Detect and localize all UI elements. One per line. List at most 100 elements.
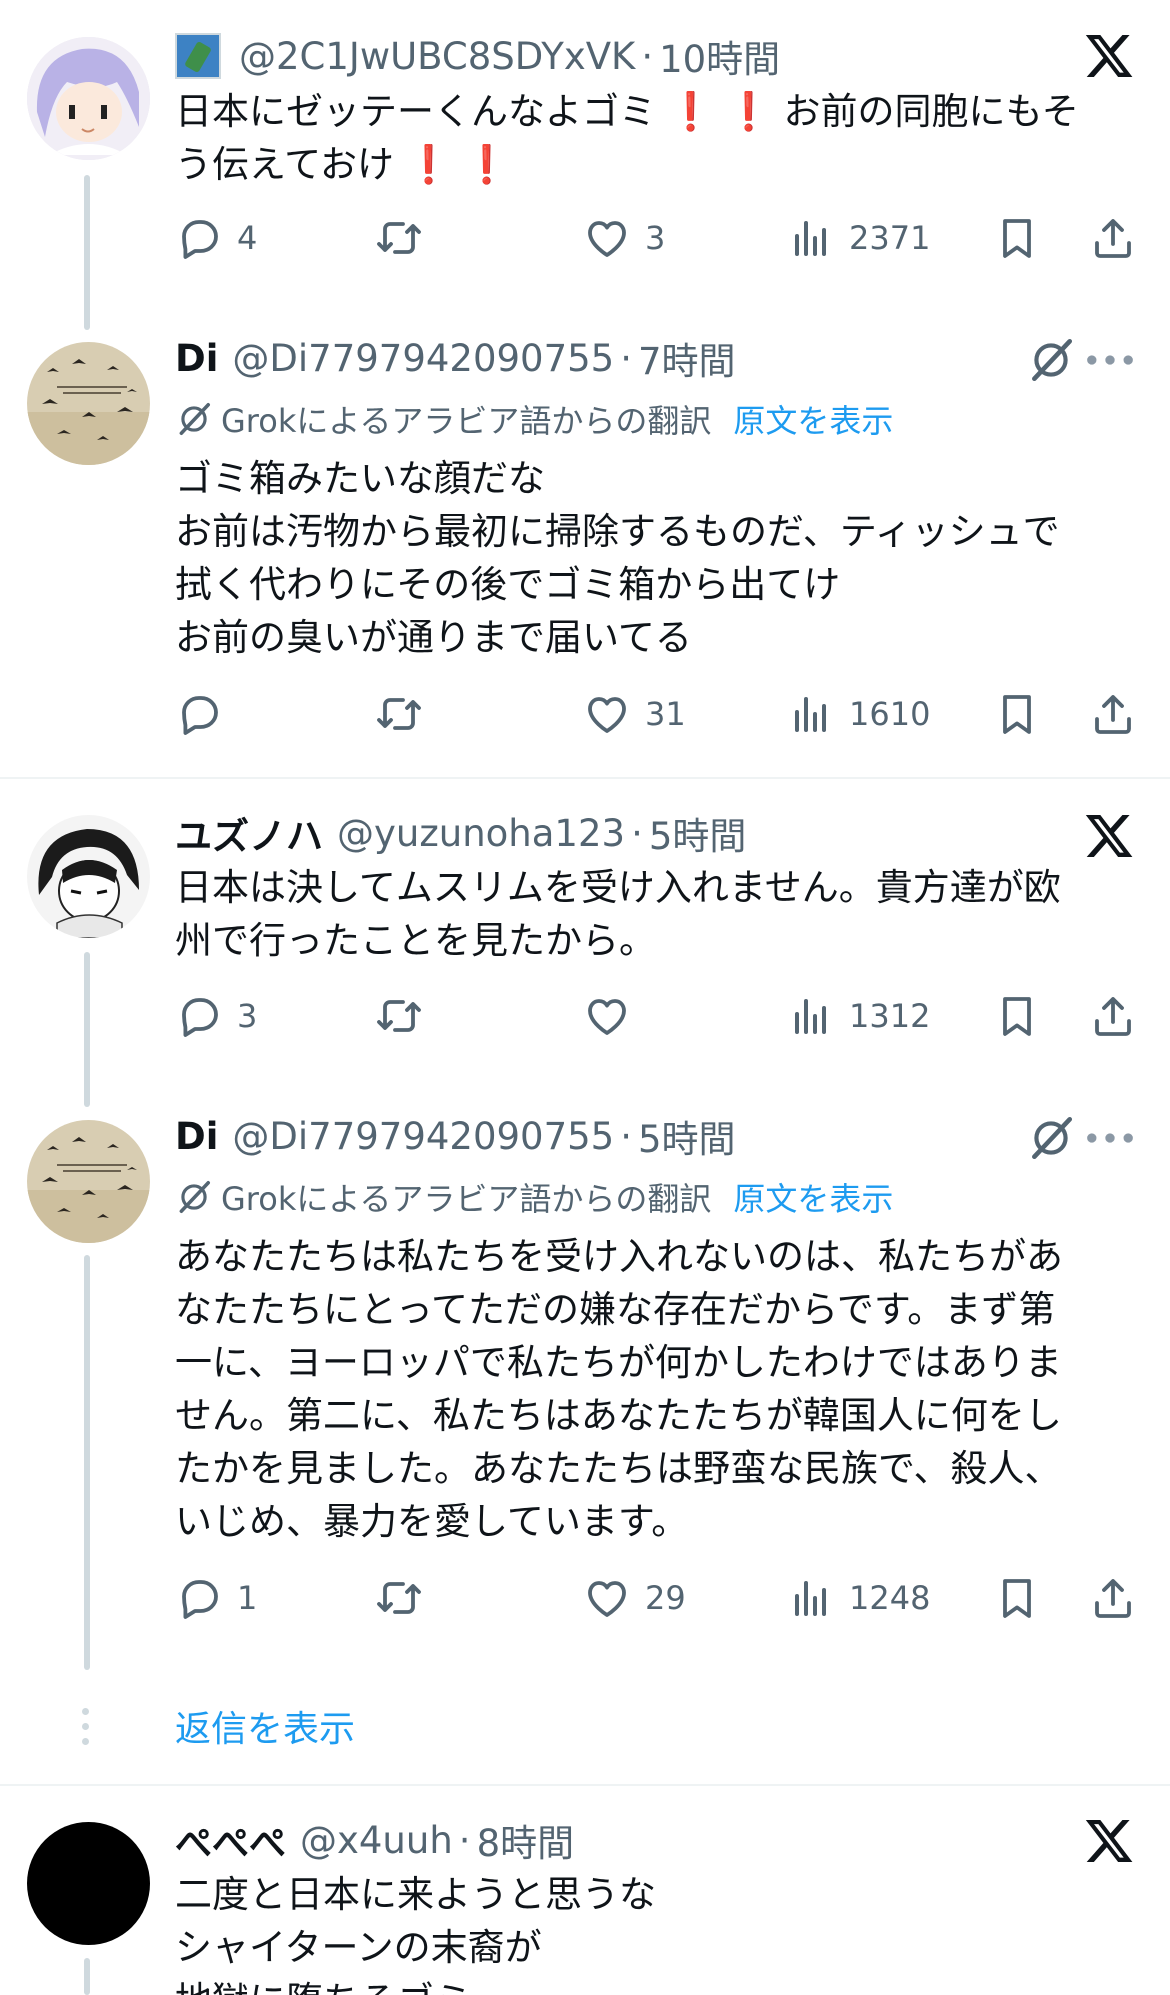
reply-count: 1: [237, 1579, 258, 1617]
reply-icon: [175, 214, 223, 262]
text-line: 二度と日本に来ようと思うな: [175, 1873, 656, 1916]
display-name[interactable]: ユズノハ: [175, 806, 323, 860]
thread-line: [84, 1958, 90, 1995]
views-button[interactable]: 1610: [787, 686, 930, 742]
display-name[interactable]: Di: [175, 337, 218, 380]
tweet-text: 二度と日本に来ようと思うな シャイターンの末裔が 地獄に堕ちろゴミ: [175, 1868, 1125, 1995]
text-line: お前の同胞にもそ: [783, 90, 1079, 133]
x-logo-icon[interactable]: [1083, 1815, 1135, 1867]
like-button[interactable]: 3: [583, 210, 665, 266]
more-icon[interactable]: [1084, 1128, 1136, 1148]
grok-icon[interactable]: [1026, 335, 1076, 385]
views-icon: [787, 690, 835, 738]
bookmark-button[interactable]: [993, 1570, 1041, 1626]
bookmark-icon: [993, 214, 1041, 262]
share-icon: [1089, 214, 1137, 262]
reply-button[interactable]: 4: [175, 210, 257, 266]
show-replies-link[interactable]: 返信を表示: [175, 1700, 355, 1752]
birds-avatar-image: [27, 342, 150, 465]
like-button[interactable]: 29: [583, 1570, 686, 1626]
tweet-text: あなたたちは私たちを受け入れないのは、私たちがあ なたたちにとってただの嫌な存在…: [175, 1230, 1125, 1548]
exclamation-icon: ❗: [667, 90, 714, 133]
timestamp[interactable]: 5時間: [638, 1109, 736, 1163]
retweet-button[interactable]: [375, 210, 423, 266]
anime-girl-avatar-image: [27, 37, 150, 160]
grok-icon[interactable]: [1026, 1113, 1076, 1163]
action-bar: 1 29 1248: [175, 1570, 1140, 1626]
user-handle[interactable]: @yuzunoha123: [337, 812, 625, 855]
reply-count: 3: [237, 997, 258, 1035]
more-icon[interactable]: [1084, 350, 1136, 370]
user-handle[interactable]: @Di7797942090755: [232, 1115, 614, 1158]
tweet-text: 日本にゼッテーくんなよゴミ ❗ ❗ お前の同胞にもそ う伝えておけ ❗ ❗: [175, 85, 1125, 191]
show-original-link[interactable]: 原文を表示: [733, 396, 893, 442]
grok-icon: [175, 1178, 213, 1216]
bookmark-button[interactable]: [993, 210, 1041, 266]
avatar[interactable]: [27, 815, 150, 938]
share-button[interactable]: [1089, 686, 1137, 742]
grok-icon: [175, 400, 213, 438]
share-button[interactable]: [1089, 210, 1137, 266]
text-line: 日本にゼッテーくんなよゴミ: [175, 90, 656, 133]
reply-icon: [175, 690, 223, 738]
text-line: せん。第二に、私たちはあなたたちが韓国人に何をし: [175, 1394, 1062, 1437]
views-button[interactable]: 1248: [787, 1570, 930, 1626]
user-handle[interactable]: @2C1JwUBC8SDYxVK: [239, 35, 635, 78]
tweet-text: 日本は決してムスリムを受け入れません。貴方達が欧 州で行ったことを見たから。: [175, 861, 1125, 967]
text-line: 州で行ったことを見たから。: [175, 919, 656, 962]
timestamp[interactable]: 5時間: [649, 806, 747, 860]
tweet-header: ぺぺぺ @x4uuh · 8時間: [175, 1812, 574, 1868]
timestamp[interactable]: 7時間: [638, 331, 736, 385]
timestamp[interactable]: 10時間: [659, 29, 780, 83]
manga-avatar-image: [27, 815, 150, 938]
like-button[interactable]: 31: [583, 686, 686, 742]
user-handle[interactable]: @x4uuh: [300, 1819, 453, 1862]
birds-avatar-image: [27, 1120, 150, 1243]
thread-line: [84, 175, 90, 330]
like-button[interactable]: [583, 988, 631, 1044]
avatar[interactable]: [27, 1822, 150, 1945]
text-line: 地獄に堕ちろゴミ: [175, 1974, 1125, 1995]
text-line: いじめ、暴力を愛しています。: [175, 1500, 689, 1543]
display-name[interactable]: Di: [175, 1115, 218, 1158]
retweet-button[interactable]: [375, 1570, 423, 1626]
text-line: ゴミ箱みたいな顔だな: [175, 457, 545, 500]
retweet-button[interactable]: [375, 686, 423, 742]
thread-continuation-dots: [82, 1708, 92, 1753]
show-original-link[interactable]: 原文を表示: [733, 1174, 893, 1220]
action-bar: 3 1312: [175, 988, 1140, 1044]
tweet-header: ユズノハ @yuzunoha123 · 5時間: [175, 805, 746, 861]
japan-map-flag-icon: [175, 33, 221, 79]
tweet-header: Di @Di7797942090755 · 5時間: [175, 1108, 736, 1164]
bookmark-icon: [993, 992, 1041, 1040]
bookmark-button[interactable]: [993, 988, 1041, 1044]
display-name[interactable]: ぺぺぺ: [175, 1813, 286, 1867]
timestamp[interactable]: 8時間: [477, 1813, 575, 1867]
view-count: 1248: [849, 1579, 931, 1617]
views-button[interactable]: 1312: [787, 988, 930, 1044]
avatar[interactable]: [27, 1120, 150, 1243]
share-button[interactable]: [1089, 988, 1137, 1044]
user-handle[interactable]: @Di7797942090755: [232, 337, 614, 380]
bookmark-button[interactable]: [993, 686, 1041, 742]
like-icon: [583, 1574, 631, 1622]
like-icon: [583, 992, 631, 1040]
retweet-button[interactable]: [375, 988, 423, 1044]
views-button[interactable]: 2371: [787, 210, 930, 266]
x-logo-icon[interactable]: [1083, 810, 1135, 862]
reply-button[interactable]: [175, 686, 223, 742]
avatar[interactable]: [27, 37, 150, 160]
retweet-icon: [375, 214, 423, 262]
thread-line: [84, 1255, 90, 1670]
share-button[interactable]: [1089, 1570, 1137, 1626]
reply-icon: [175, 992, 223, 1040]
text-line: たかを見ました。あなたたちは野蛮な民族で、殺人、: [175, 1447, 1062, 1490]
retweet-icon: [375, 690, 423, 738]
reply-button[interactable]: 1: [175, 1570, 257, 1626]
exclamation-icon: ❗: [725, 90, 772, 133]
share-icon: [1089, 690, 1137, 738]
avatar[interactable]: [27, 342, 150, 465]
translation-notice: Grokによるアラビア語からの翻訳 原文を表示: [175, 1172, 893, 1222]
reply-button[interactable]: 3: [175, 988, 257, 1044]
x-logo-icon[interactable]: [1083, 30, 1135, 82]
